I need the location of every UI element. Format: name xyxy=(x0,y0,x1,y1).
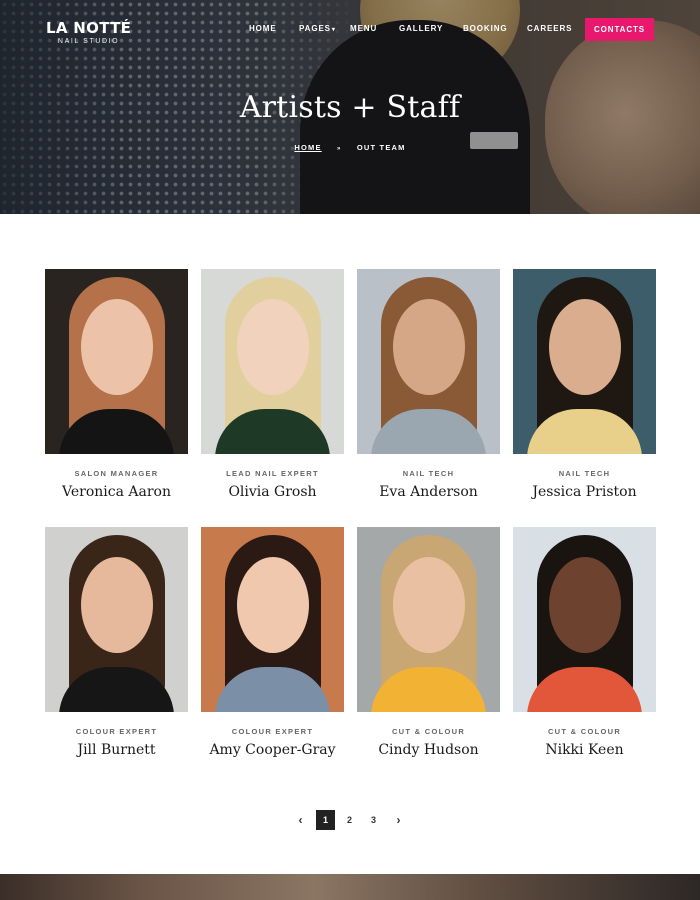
team-role: CUT & COLOUR xyxy=(391,727,466,736)
team-photo[interactable] xyxy=(201,269,344,454)
team-photo[interactable] xyxy=(45,269,188,454)
team-name[interactable]: Nikki Keen xyxy=(513,742,656,758)
team-role: CUT & COLOUR xyxy=(547,727,622,736)
brand-tagline: NAIL STUDIO xyxy=(57,38,120,45)
nav-item-pages[interactable]: PAGES▾ xyxy=(299,24,336,33)
team-photo[interactable] xyxy=(513,527,656,712)
team-photo[interactable] xyxy=(357,527,500,712)
team-name[interactable]: Jessica Priston xyxy=(513,484,656,500)
team-name[interactable]: Veronica Aaron xyxy=(45,484,188,500)
page-2-button[interactable]: 2 xyxy=(340,810,359,830)
team-role: NAIL TECH xyxy=(558,469,611,478)
team-name[interactable]: Amy Cooper-Gray xyxy=(201,742,344,758)
nav-item-menu[interactable]: MENU xyxy=(350,24,377,33)
team-role: NAIL TECH xyxy=(402,469,455,478)
nav-item-label: CAREERS xyxy=(527,24,573,33)
nav-item-label: BOOKING xyxy=(463,24,508,33)
team-role: COLOUR EXPERT xyxy=(75,727,158,736)
team-card[interactable]: CUT & COLOUR Nikki Keen xyxy=(513,527,656,758)
pagination: ‹ 1 2 3 › xyxy=(0,810,700,830)
team-name[interactable]: Jill Burnett xyxy=(45,742,188,758)
contacts-button[interactable]: CONTACTS xyxy=(585,18,654,41)
team-photo[interactable] xyxy=(201,527,344,712)
team-role: SALON MANAGER xyxy=(74,469,159,478)
chevron-right-icon[interactable]: › xyxy=(389,810,408,830)
team-photo[interactable] xyxy=(357,269,500,454)
breadcrumb-current: OUT TEAM xyxy=(356,143,406,152)
team-role: LEAD NAIL EXPERT xyxy=(226,469,319,478)
caret-down-icon: ▾ xyxy=(331,27,336,33)
team-card[interactable]: CUT & COLOUR Cindy Hudson xyxy=(357,527,500,758)
team-card[interactable]: LEAD NAIL EXPERT Olivia Grosh xyxy=(201,269,344,500)
team-name[interactable]: Olivia Grosh xyxy=(201,484,344,500)
brand-logo[interactable]: LA NOTTÉ NAIL STUDIO xyxy=(46,19,131,45)
nav-item-careers[interactable]: CAREERS xyxy=(527,24,572,33)
nav-item-label: PAGES xyxy=(299,24,331,33)
footer-image-strip xyxy=(0,874,700,900)
team-role: COLOUR EXPERT xyxy=(231,727,314,736)
brand-name: LA NOTTÉ xyxy=(46,19,132,37)
team-card[interactable]: NAIL TECH Eva Anderson xyxy=(357,269,500,500)
breadcrumb: HOME » OUT TEAM xyxy=(0,143,700,152)
page-1-button[interactable]: 1 xyxy=(316,810,335,830)
team-name[interactable]: Eva Anderson xyxy=(357,484,500,500)
page-title: Artists + Staff xyxy=(239,90,461,125)
team-card[interactable]: COLOUR EXPERT Jill Burnett xyxy=(45,527,188,758)
team-card[interactable]: NAIL TECH Jessica Priston xyxy=(513,269,656,500)
page-3-button[interactable]: 3 xyxy=(364,810,383,830)
team-photo[interactable] xyxy=(513,269,656,454)
nav-item-label: HOME xyxy=(249,24,277,33)
team-photo[interactable] xyxy=(45,527,188,712)
nav-item-label: GALLERY xyxy=(399,24,444,33)
chevron-left-icon[interactable]: ‹ xyxy=(291,810,310,830)
nav-item-booking[interactable]: BOOKING xyxy=(463,24,508,33)
team-card[interactable]: COLOUR EXPERT Amy Cooper-Gray xyxy=(201,527,344,758)
nav-item-home[interactable]: HOME xyxy=(249,24,277,33)
breadcrumb-home-link[interactable]: HOME xyxy=(294,143,321,152)
nav-item-label: MENU xyxy=(350,24,378,33)
team-name[interactable]: Cindy Hudson xyxy=(357,742,500,758)
breadcrumb-separator: » xyxy=(337,146,342,152)
team-card[interactable]: SALON MANAGER Veronica Aaron xyxy=(45,269,188,500)
nav-item-gallery[interactable]: GALLERY xyxy=(399,24,443,33)
